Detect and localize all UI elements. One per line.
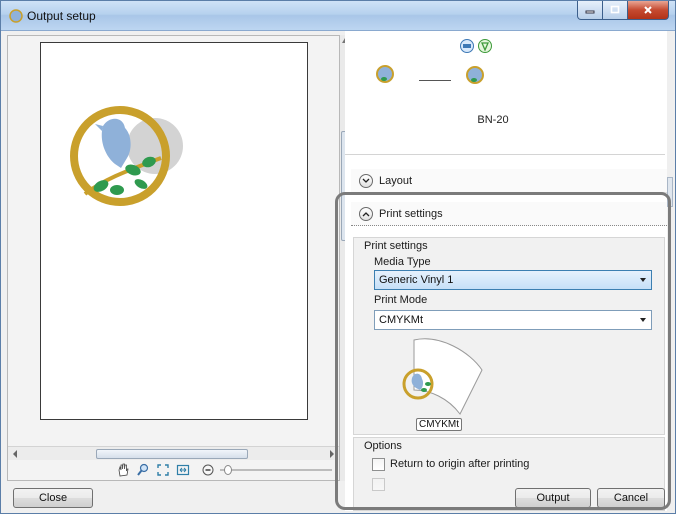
media-type-value: Generic Vinyl 1	[379, 274, 454, 286]
print-mode-label: Print Mode	[374, 294, 428, 306]
printer-thumbnail[interactable]	[459, 47, 497, 107]
fit-to-window-icon[interactable]	[156, 463, 170, 477]
zoom-icon[interactable]	[136, 463, 150, 477]
actual-size-icon[interactable]	[176, 463, 190, 477]
print-icon	[460, 39, 474, 53]
media-type-select[interactable]: Generic Vinyl 1	[374, 270, 652, 290]
printer-logo-icon	[466, 66, 484, 84]
dropdown-arrow-icon	[640, 318, 646, 322]
job-thumbnail[interactable]	[371, 47, 409, 107]
minimize-button[interactable]	[577, 1, 603, 20]
hand-tool-icon[interactable]	[116, 463, 130, 477]
expand-chevron-icon[interactable]	[359, 173, 373, 188]
print-settings-section-header[interactable]: Print settings	[351, 202, 669, 226]
paper-preview	[40, 42, 308, 420]
print-settings-section-title: Print settings	[379, 207, 443, 220]
close-window-button[interactable]	[627, 1, 669, 20]
zoom-slider[interactable]	[220, 465, 332, 475]
print-settings-group-title: Print settings	[364, 240, 428, 252]
title-bar[interactable]: Output setup	[1, 1, 675, 31]
media-type-label: Media Type	[374, 256, 431, 268]
zoom-out-icon[interactable]	[202, 464, 214, 476]
output-setup-window: Output setup BN-20 Layout Print settings…	[0, 0, 676, 514]
return-to-origin-label: Return to origin after printing	[390, 458, 530, 470]
maximize-button[interactable]	[603, 1, 627, 20]
print-preview-pane[interactable]	[7, 35, 340, 481]
settings-pane: BN-20 Layout Print settings Print settin…	[345, 31, 673, 511]
return-to-origin-checkbox[interactable]	[372, 458, 385, 471]
layout-section-header[interactable]: Layout	[351, 169, 669, 193]
second-option-checkbox[interactable]	[372, 478, 385, 491]
print-settings-group: Print settings Media Type Generic Vinyl …	[353, 237, 665, 435]
collapse-chevron-icon[interactable]	[359, 206, 373, 221]
cut-icon	[478, 39, 492, 53]
print-mode-value: CMYKMt	[379, 314, 423, 326]
print-mode-badge: CMYKMt	[416, 418, 462, 431]
job-logo-icon	[376, 65, 394, 83]
window-title: Output setup	[27, 9, 96, 23]
dropdown-arrow-icon	[640, 278, 646, 282]
maximize-icon	[610, 5, 620, 14]
bird-logo-image	[70, 106, 183, 206]
flow-connector	[419, 80, 451, 81]
options-group-title: Options	[364, 440, 402, 452]
layout-section-title: Layout	[379, 174, 413, 187]
output-flow-preview: BN-20	[345, 31, 665, 155]
horizontal-scrollbar[interactable]	[8, 446, 339, 460]
close-icon	[644, 6, 652, 14]
close-button[interactable]: Close	[13, 488, 93, 508]
horizontal-scroll-thumb[interactable]	[96, 449, 248, 459]
cancel-button[interactable]: Cancel	[597, 488, 665, 508]
settings-scroll-thumb[interactable]	[667, 177, 673, 207]
print-mode-illustration	[402, 338, 483, 415]
zoom-toolbar	[8, 460, 339, 480]
printer-name: BN-20	[477, 114, 509, 126]
zoom-slider-thumb[interactable]	[224, 465, 232, 475]
scroll-right-icon[interactable]	[329, 450, 335, 458]
output-button[interactable]: Output	[515, 488, 591, 508]
minimize-icon	[585, 10, 595, 14]
scroll-left-icon[interactable]	[12, 450, 18, 458]
window-controls	[577, 1, 669, 21]
print-mode-select[interactable]: CMYKMt	[374, 310, 652, 330]
app-icon	[9, 9, 23, 23]
settings-vertical-scrollbar[interactable]	[667, 31, 673, 511]
